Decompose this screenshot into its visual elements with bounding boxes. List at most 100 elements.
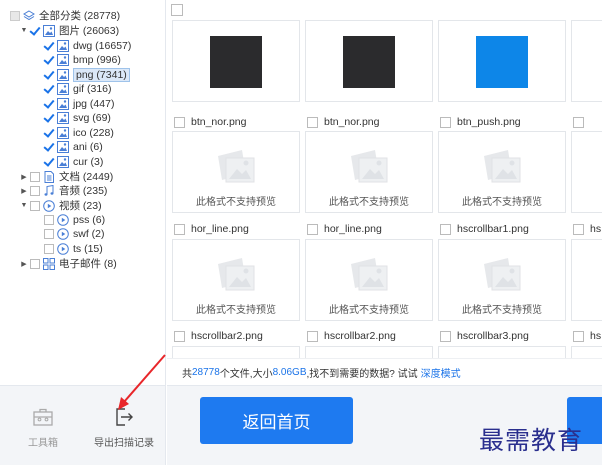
tree-node-ts[interactable]: ts (15) (44, 241, 103, 256)
chevron-right-icon[interactable]: ▶ (20, 260, 28, 268)
file-preview[interactable]: 此格式不支持预览 (305, 239, 433, 321)
file-name-row[interactable]: hs (573, 221, 601, 237)
file-checkbox[interactable] (440, 223, 451, 235)
node-checkbox[interactable] (44, 70, 54, 80)
file-count: 28778 (192, 366, 220, 378)
file-preview[interactable]: 此格式不支持预览 (172, 131, 300, 213)
file-name-row[interactable]: hor_line.png (307, 221, 382, 237)
left-toolbar: 工具箱 导出扫描记录 (0, 385, 166, 465)
node-checkbox[interactable] (44, 157, 54, 167)
file-checkbox[interactable] (440, 330, 451, 342)
file-name-row[interactable]: hscrollbar2.png (174, 328, 263, 344)
node-checkbox[interactable] (44, 84, 54, 94)
tree-node-documents[interactable]: ▶ 文档 (2449) (20, 169, 113, 184)
node-checkbox[interactable] (44, 243, 54, 254)
node-checkbox[interactable] (44, 128, 54, 138)
file-name: btn_push.png (457, 116, 521, 128)
tree-node-audio[interactable]: ▶ 音频 (235) (20, 183, 107, 198)
node-checkbox[interactable] (30, 258, 40, 269)
file-preview[interactable]: 此格式不支持预览 (438, 131, 566, 213)
node-checkbox[interactable] (44, 99, 54, 109)
image-icon (57, 97, 69, 110)
file-checkbox[interactable] (174, 116, 185, 128)
placeholder-image-icon (212, 256, 260, 295)
file-checkbox[interactable] (307, 223, 318, 235)
file-preview[interactable] (571, 239, 602, 321)
chevron-down-icon[interactable]: ▼ (20, 202, 28, 210)
chevron-right-icon[interactable]: ▶ (20, 187, 28, 195)
chevron-down-icon[interactable]: ▼ (20, 27, 28, 35)
tree-node-subtype[interactable]: dwg (16657) (44, 38, 131, 53)
tree-node-video[interactable]: ▼ 视频 (23) (20, 198, 102, 213)
file-name-row[interactable]: btn_nor.png (174, 114, 246, 130)
image-icon (57, 112, 69, 124)
file-name-row[interactable]: hscrollbar1.png (440, 221, 529, 237)
tree-node-images[interactable]: ▼ 图片 (26063) (20, 23, 119, 38)
file-name: hor_line.png (324, 223, 382, 235)
tree-node-subtype[interactable]: ani (6) (44, 140, 103, 155)
tree-node-subtype[interactable]: bmp (996) (44, 53, 121, 68)
file-preview[interactable] (305, 20, 433, 102)
image-icon (57, 155, 69, 168)
file-name-row[interactable]: hscrollbar2.png (307, 328, 396, 344)
file-checkbox[interactable] (307, 330, 318, 342)
return-home-button[interactable]: 返回首页 (200, 397, 353, 444)
chevron-right-icon[interactable]: ▶ (20, 173, 28, 181)
file-preview[interactable]: 此格式不支持预览 (438, 239, 566, 321)
file-checkbox[interactable] (573, 116, 584, 128)
toolbox-button[interactable]: 工具箱 (28, 406, 58, 449)
file-preview[interactable]: 此格式不支持预览 (172, 239, 300, 321)
file-preview[interactable] (172, 346, 300, 358)
file-checkbox[interactable] (174, 330, 185, 342)
node-checkbox[interactable] (44, 228, 54, 239)
node-checkbox[interactable] (44, 41, 54, 51)
tree-node-subtype[interactable]: jpg (447) (44, 96, 114, 111)
tree-node-pss[interactable]: pss (6) (44, 212, 105, 227)
file-name-row[interactable]: btn_push.png (440, 114, 521, 130)
tree-node-swf[interactable]: swf (2) (44, 226, 105, 241)
node-checkbox[interactable] (30, 200, 40, 211)
tree-root[interactable]: 全部分类 (28778) (10, 8, 120, 23)
file-name-row[interactable]: hscrollbar3.png (440, 328, 529, 344)
file-checkbox[interactable] (174, 223, 185, 235)
node-checkbox[interactable] (44, 214, 54, 225)
file-preview[interactable] (305, 346, 433, 358)
file-name-row[interactable]: hs (573, 328, 601, 344)
tree-node-subtype[interactable]: svg (69) (44, 111, 111, 126)
file-preview[interactable] (571, 346, 602, 358)
tree-node-subtype[interactable]: png (7341) (44, 67, 130, 82)
file-name-row[interactable]: hor_line.png (174, 221, 249, 237)
no-preview-placeholder: 此格式不支持预览 (173, 142, 299, 208)
export-scan-button[interactable]: 导出扫描记录 (94, 406, 154, 449)
root-checkbox[interactable] (10, 10, 20, 21)
file-checkbox[interactable] (307, 116, 318, 128)
node-checkbox[interactable] (30, 171, 40, 182)
tree-node-subtype[interactable]: cur (3) (44, 154, 103, 169)
file-checkbox[interactable] (573, 330, 584, 342)
node-checkbox[interactable] (30, 26, 40, 36)
node-checkbox[interactable] (30, 185, 40, 196)
no-preview-placeholder: 此格式不支持预览 (439, 142, 565, 208)
file-preview[interactable] (438, 346, 566, 358)
file-preview[interactable] (172, 20, 300, 102)
tree-node-subtype[interactable]: ico (228) (44, 125, 114, 140)
file-preview[interactable] (571, 131, 602, 213)
placeholder-image-icon (478, 148, 526, 187)
node-checkbox[interactable] (44, 55, 54, 65)
deep-mode-link[interactable]: 深度模式 (421, 365, 461, 380)
file-name-row[interactable] (573, 114, 590, 130)
node-checkbox[interactable] (44, 113, 54, 123)
file-preview[interactable] (438, 20, 566, 102)
no-preview-placeholder: 此格式不支持预览 (306, 250, 432, 316)
file-checkbox[interactable] (440, 116, 451, 128)
file-checkbox[interactable] (573, 223, 584, 235)
file-preview[interactable] (571, 20, 602, 102)
file-name-row[interactable]: btn_nor.png (307, 114, 379, 130)
summary-suffix: ,找不到需要的数据? 试试 (306, 368, 418, 380)
tree-node-email[interactable]: ▶ 电子邮件 (8) (20, 256, 117, 271)
node-checkbox[interactable] (44, 142, 54, 152)
select-all-checkbox[interactable] (171, 4, 183, 16)
tree-node-subtype[interactable]: gif (316) (44, 82, 112, 97)
file-preview[interactable]: 此格式不支持预览 (305, 131, 433, 213)
file-name: btn_nor.png (191, 116, 247, 128)
